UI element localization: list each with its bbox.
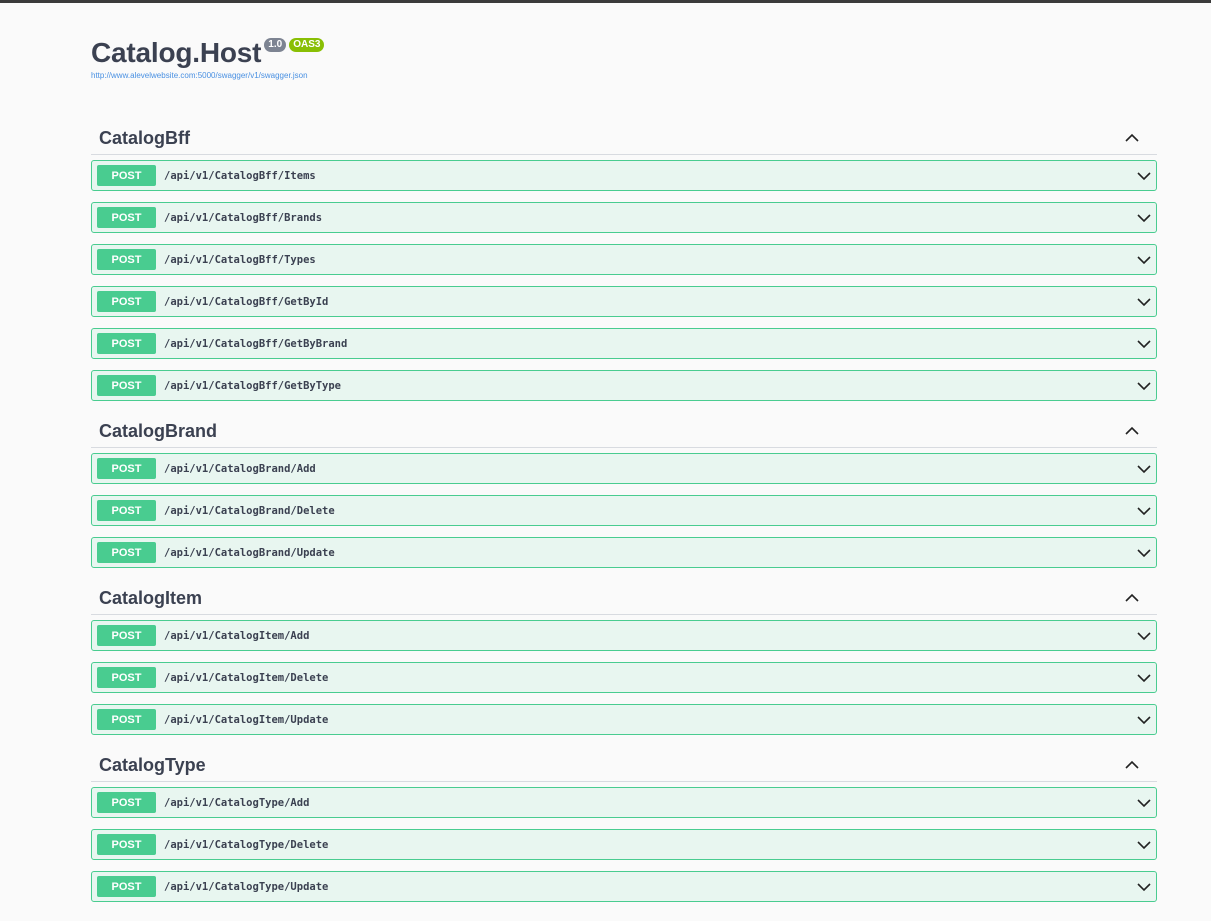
operation-path: /api/v1/CatalogType/Update <box>164 880 329 893</box>
method-badge-post: POST <box>97 458 156 479</box>
operation-path: /api/v1/CatalogItem/Delete <box>164 671 329 684</box>
method-badge-post: POST <box>97 291 156 312</box>
chevron-down-icon[interactable] <box>1137 798 1151 808</box>
tag-name: CatalogBff <box>99 127 190 148</box>
chevron-up-icon[interactable] <box>1125 760 1139 770</box>
operation-row[interactable]: POST/api/v1/CatalogBrand/Update <box>91 537 1157 568</box>
operation-row[interactable]: POST/api/v1/CatalogBrand/Add <box>91 453 1157 484</box>
operation-path: /api/v1/CatalogBff/Items <box>164 169 316 182</box>
chevron-down-icon[interactable] <box>1137 297 1151 307</box>
operation-path: /api/v1/CatalogBff/Brands <box>164 211 323 224</box>
chevron-down-icon[interactable] <box>1137 506 1151 516</box>
chevron-down-icon[interactable] <box>1137 715 1151 725</box>
operation-path: /api/v1/CatalogType/Add <box>164 796 310 809</box>
tag-header[interactable]: CatalogItem <box>91 582 1157 615</box>
operation-row[interactable]: POST/api/v1/CatalogItem/Delete <box>91 662 1157 693</box>
operation-row[interactable]: POST/api/v1/CatalogItem/Update <box>91 704 1157 735</box>
tag-section-catalogtype: CatalogType POST/api/v1/CatalogType/Add PO… <box>91 749 1157 902</box>
operation-path: /api/v1/CatalogBff/GetByType <box>164 379 342 392</box>
chevron-down-icon[interactable] <box>1137 464 1151 474</box>
operation-path: /api/v1/CatalogType/Delete <box>164 838 329 851</box>
method-badge-post: POST <box>97 876 156 897</box>
chevron-up-icon[interactable] <box>1125 593 1139 603</box>
method-badge-post: POST <box>97 709 156 730</box>
chevron-up-icon[interactable] <box>1125 133 1139 143</box>
tag-section-catalogbff: CatalogBff POST/api/v1/CatalogBff/Items PO… <box>91 122 1157 401</box>
tag-section-catalogitem: CatalogItem POST/api/v1/CatalogItem/Add PO… <box>91 582 1157 735</box>
tag-name: CatalogItem <box>99 587 203 608</box>
method-badge-post: POST <box>97 333 156 354</box>
operation-path: /api/v1/CatalogBrand/Delete <box>164 504 335 517</box>
operation-row[interactable]: POST/api/v1/CatalogItem/Add <box>91 620 1157 651</box>
method-badge-post: POST <box>97 165 156 186</box>
method-badge-post: POST <box>97 625 156 646</box>
api-title: Catalog.Host <box>91 37 262 68</box>
chevron-down-icon[interactable] <box>1137 673 1151 683</box>
tag-name: CatalogType <box>99 754 206 775</box>
operation-path: /api/v1/CatalogItem/Add <box>164 629 310 642</box>
chevron-down-icon[interactable] <box>1137 381 1151 391</box>
operation-path: /api/v1/CatalogBff/GetById <box>164 295 329 308</box>
chevron-down-icon[interactable] <box>1137 631 1151 641</box>
version-badge: 1.0 <box>264 38 287 52</box>
chevron-down-icon[interactable] <box>1137 171 1151 181</box>
chevron-up-icon[interactable] <box>1125 426 1139 436</box>
operation-row[interactable]: POST/api/v1/CatalogType/Update <box>91 871 1157 902</box>
tag-header[interactable]: CatalogBrand <box>91 415 1157 448</box>
operation-row[interactable]: POST/api/v1/CatalogBrand/Delete <box>91 495 1157 526</box>
method-badge-post: POST <box>97 542 156 563</box>
api-info: Catalog.Host 1.0 OAS3 http://www.alevelw… <box>91 36 1157 80</box>
operation-row[interactable]: POST/api/v1/CatalogType/Delete <box>91 829 1157 860</box>
tag-name: CatalogBrand <box>99 420 218 441</box>
method-badge-post: POST <box>97 834 156 855</box>
chevron-down-icon[interactable] <box>1137 213 1151 223</box>
operation-path: /api/v1/CatalogBrand/Add <box>164 462 316 475</box>
operation-path: /api/v1/CatalogBff/GetByBrand <box>164 337 348 350</box>
chevron-down-icon[interactable] <box>1137 840 1151 850</box>
chevron-down-icon[interactable] <box>1137 339 1151 349</box>
operation-row[interactable]: POST/api/v1/CatalogBff/GetByBrand <box>91 328 1157 359</box>
operation-row[interactable]: POST/api/v1/CatalogBff/GetByType <box>91 370 1157 401</box>
method-badge-post: POST <box>97 375 156 396</box>
operation-path: /api/v1/CatalogItem/Update <box>164 713 329 726</box>
operation-row[interactable]: POST/api/v1/CatalogBff/GetById <box>91 286 1157 317</box>
method-badge-post: POST <box>97 500 156 521</box>
oas-badge: OAS3 <box>289 38 325 52</box>
tag-header[interactable]: CatalogType <box>91 749 1157 782</box>
method-badge-post: POST <box>97 792 156 813</box>
chevron-down-icon[interactable] <box>1137 882 1151 892</box>
title-row: Catalog.Host 1.0 OAS3 <box>91 36 1157 70</box>
chevron-down-icon[interactable] <box>1137 255 1151 265</box>
operation-row[interactable]: POST/api/v1/CatalogType/Add <box>91 787 1157 818</box>
tag-header[interactable]: CatalogBff <box>91 122 1157 155</box>
operation-row[interactable]: POST/api/v1/CatalogBff/Brands <box>91 202 1157 233</box>
chevron-down-icon[interactable] <box>1137 548 1151 558</box>
spec-url-link[interactable]: http://www.alevelwebsite.com:5000/swagge… <box>91 71 1157 80</box>
operation-row[interactable]: POST/api/v1/CatalogBff/Items <box>91 160 1157 191</box>
tag-section-catalogbrand: CatalogBrand POST/api/v1/CatalogBrand/Add… <box>91 415 1157 568</box>
method-badge-post: POST <box>97 207 156 228</box>
method-badge-post: POST <box>97 667 156 688</box>
operation-path: /api/v1/CatalogBff/Types <box>164 253 316 266</box>
operation-path: /api/v1/CatalogBrand/Update <box>164 546 335 559</box>
operation-row[interactable]: POST/api/v1/CatalogBff/Types <box>91 244 1157 275</box>
top-bar <box>0 0 1211 3</box>
method-badge-post: POST <box>97 249 156 270</box>
